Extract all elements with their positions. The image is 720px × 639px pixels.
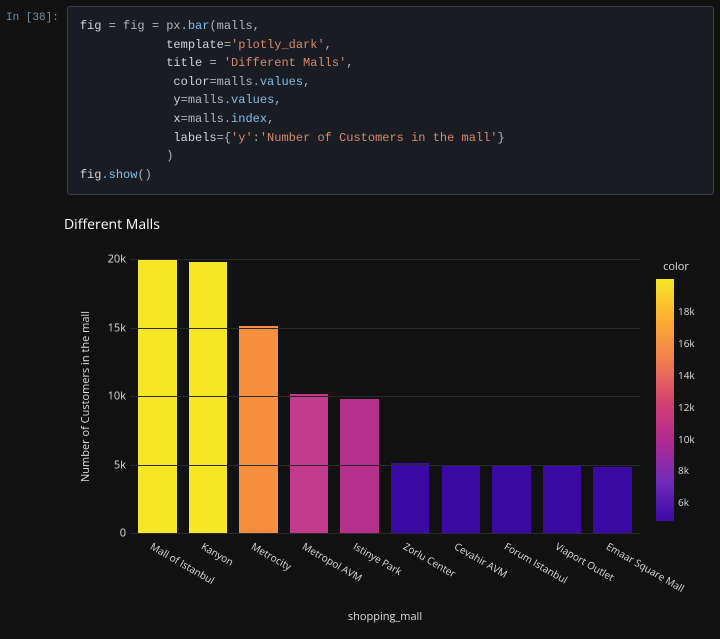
code-editor[interactable]: fig = fig = px.bar(malls, template='plot…: [67, 6, 714, 195]
bar[interactable]: [543, 466, 581, 533]
bar-slot: Forum Istanbul: [486, 466, 537, 534]
colorbar-tick: 12k: [678, 400, 695, 414]
y-axis-label: Number of Customers in the mall: [78, 259, 92, 533]
colorbar-tick: 18k: [678, 304, 695, 318]
colorbar-tick: 16k: [678, 336, 695, 350]
bar-slot: Viaport Outlet: [537, 466, 588, 533]
x-tick-label: Metrocity: [249, 539, 294, 573]
colorbar-tick: 6k: [678, 495, 689, 509]
x-tick-label: Zorlu Center: [401, 539, 459, 580]
bar[interactable]: [189, 262, 227, 533]
output-area: Different Malls Number of Customers in t…: [0, 195, 720, 639]
x-axis-label: shopping_mall: [130, 609, 640, 624]
grid-line: [130, 396, 640, 397]
bar[interactable]: [239, 326, 277, 533]
colorbar-tick: 10k: [678, 432, 695, 446]
bar-slot: Zorlu Center: [385, 463, 436, 533]
grid-line: [130, 328, 640, 329]
y-tick-label: 10k: [96, 389, 126, 404]
code-cell: In [38]: fig = fig = px.bar(malls, templ…: [0, 0, 720, 195]
y-tick-label: 15k: [96, 320, 126, 335]
grid-line: [130, 533, 640, 534]
colorbar: color 6k 8k 10k 12k 14k 16k 18k: [650, 259, 702, 533]
colorbar-title: color: [650, 259, 702, 274]
x-tick-label: Kanyon: [199, 539, 236, 569]
bar-slot: Metrocity: [233, 326, 284, 533]
plotly-chart[interactable]: Different Malls Number of Customers in t…: [58, 213, 708, 633]
bar-slot: Metropol AVM: [284, 394, 335, 534]
y-tick-label: 0: [96, 526, 126, 541]
y-tick-label: 5k: [96, 457, 126, 472]
bar-slot: Cevahir AVM: [436, 465, 487, 534]
bar[interactable]: [391, 463, 429, 533]
bar-slot: Istinye Park: [334, 399, 385, 533]
bar-slot: Kanyon: [183, 262, 234, 533]
colorbar-gradient: [656, 279, 674, 521]
y-tick-label: 20k: [96, 252, 126, 267]
grid-line: [130, 259, 640, 260]
grid-line: [130, 465, 640, 466]
cell-prompt: In [38]:: [6, 6, 67, 195]
bar[interactable]: [593, 467, 631, 533]
colorbar-tick: 8k: [678, 463, 689, 477]
colorbar-tick: 14k: [678, 368, 695, 382]
chart-title: Different Malls: [58, 213, 708, 234]
bar-slot: Emaar Square Mall: [587, 467, 638, 533]
bar[interactable]: [442, 465, 480, 534]
x-tick-label: Emaar Square Mall: [604, 539, 687, 595]
bar[interactable]: [290, 394, 328, 534]
x-tick-label: Cevahir AVM: [452, 539, 510, 581]
bar[interactable]: [340, 399, 378, 533]
bar[interactable]: [492, 466, 530, 534]
plot-region: Mall of IstanbulKanyonMetrocityMetropol …: [130, 259, 640, 533]
